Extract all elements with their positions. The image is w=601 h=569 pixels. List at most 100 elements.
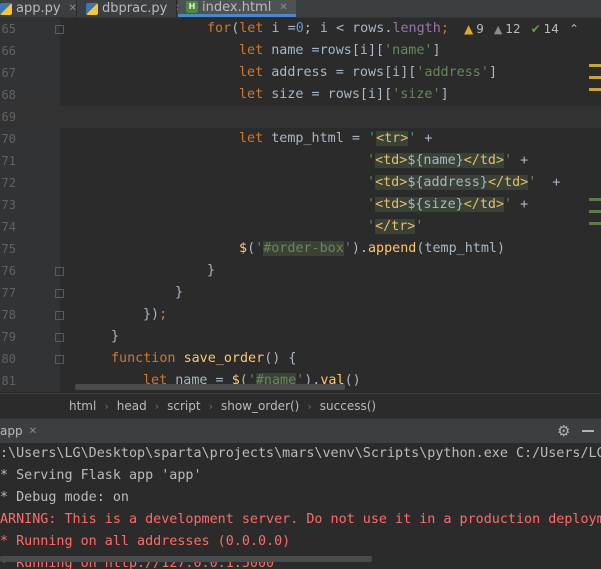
- line-number: 72: [1, 176, 16, 190]
- code-text: for(let i =0; i < rows.length;: [207, 21, 449, 36]
- chevron-right-icon: ›: [307, 399, 312, 413]
- line-number: 79: [1, 330, 16, 344]
- code-text: '<td>${size}</td>' +: [367, 197, 529, 212]
- run-console[interactable]: :\Users\LG\Desktop\sparta\projects\mars\…: [0, 443, 601, 569]
- chevron-right-icon: ›: [154, 399, 160, 413]
- breadcrumb-item[interactable]: success(): [320, 399, 376, 413]
- tab-app-py[interactable]: app.py ✕: [0, 0, 77, 17]
- code-line: 80 function save_order() {: [0, 348, 601, 370]
- breadcrumb: html › head › script › show_order() › su…: [0, 393, 601, 418]
- code-text: $('#order-box').append(temp_html): [239, 241, 506, 256]
- line-number: 80: [1, 352, 16, 366]
- chevron-right-icon: ›: [208, 399, 213, 413]
- code-line: 73 '<td>${size}</td>' +: [0, 194, 601, 216]
- breadcrumb-item[interactable]: html: [69, 399, 96, 413]
- line-number: 78: [1, 308, 16, 322]
- breadcrumb-item[interactable]: head: [117, 399, 147, 413]
- error-stripe-marker[interactable]: [589, 210, 601, 213]
- line-number: 68: [1, 88, 16, 102]
- line-number: 76: [1, 264, 16, 278]
- code-text: }: [111, 329, 120, 344]
- code-text: '<td>${name}</td>' +: [367, 153, 529, 168]
- code-line: 71 '<td>${name}</td>' +: [0, 150, 601, 172]
- code-text: let temp_html = '<tr>' +: [239, 131, 433, 146]
- console-line: * Serving Flask app 'app': [0, 468, 202, 483]
- code-line: 76 }: [0, 260, 601, 282]
- error-stripe-marker[interactable]: [589, 88, 601, 91]
- code-text: '<td>${address}</td>' +: [367, 175, 561, 190]
- code-line: 74 '</tr>': [0, 216, 601, 238]
- inspection-widget[interactable]: ▲ 9 ▲ 12 ✔ 14 ⌃: [464, 18, 579, 40]
- typos-count[interactable]: ✔ 14: [531, 22, 559, 36]
- fold-marker-icon[interactable]: [55, 289, 64, 298]
- close-icon[interactable]: ✕: [279, 2, 287, 13]
- code-line: 77 }: [0, 282, 601, 304]
- line-number: 70: [1, 132, 16, 146]
- fold-marker-icon[interactable]: [55, 311, 64, 320]
- check-icon: ✔: [530, 22, 541, 36]
- python-file-icon: [86, 2, 98, 15]
- code-line: 75 $('#order-box').append(temp_html): [0, 238, 601, 260]
- weak-warning-icon: ▲: [493, 22, 503, 36]
- code-text: let size = rows[i]['size']: [239, 87, 449, 102]
- code-line: 72 '<td>${address}</td>' +: [0, 172, 601, 194]
- horizontal-scrollbar[interactable]: [75, 384, 345, 390]
- current-code-line: 69: [0, 106, 601, 128]
- line-number: 67: [1, 66, 16, 80]
- code-line: 78 });: [0, 304, 601, 326]
- horizontal-scrollbar[interactable]: [0, 556, 372, 562]
- code-text: }: [175, 285, 184, 300]
- error-stripe-marker[interactable]: [589, 64, 601, 67]
- code-text: });: [143, 307, 168, 322]
- code-text: let address = rows[i]['address']: [239, 65, 497, 80]
- tab-index-html[interactable]: H index.html ✕: [178, 0, 296, 17]
- code-editor[interactable]: 65 for(let i =0; i < rows.length; 66 let…: [0, 18, 601, 392]
- chevron-right-icon: ›: [104, 399, 109, 413]
- fold-marker-icon[interactable]: [55, 267, 64, 276]
- hide-panel-icon[interactable]: [582, 430, 594, 432]
- breadcrumb-item[interactable]: show_order(): [221, 399, 299, 413]
- python-file-icon: [0, 2, 12, 15]
- code-text: function save_order() {: [111, 351, 297, 366]
- fold-marker-icon[interactable]: [55, 25, 64, 34]
- tab-label: index.html: [202, 0, 272, 15]
- code-text: '</tr>': [367, 219, 424, 234]
- warning-icon: ▲: [463, 22, 474, 36]
- line-number: 69: [1, 110, 16, 124]
- run-tool-window-header: app ✕ ⚙: [0, 418, 601, 444]
- breadcrumb-item[interactable]: script: [167, 399, 200, 413]
- line-number: 77: [1, 286, 16, 300]
- tab-label: app.py: [16, 1, 61, 16]
- gear-icon[interactable]: ⚙: [557, 422, 570, 440]
- error-stripe-marker[interactable]: [589, 76, 601, 79]
- code-line: 79 }: [0, 326, 601, 348]
- line-number: 74: [1, 220, 16, 234]
- chevron-up-icon[interactable]: ⌃: [569, 22, 579, 36]
- code-text: }: [207, 263, 216, 278]
- line-number: 65: [1, 22, 16, 36]
- run-tab-label: app: [0, 424, 23, 438]
- code-line: 68 let size = rows[i]['size']: [0, 84, 601, 106]
- code-line: 70 let temp_html = '<tr>' +: [0, 128, 601, 150]
- weak-warnings-count[interactable]: ▲ 12: [494, 22, 521, 36]
- close-icon[interactable]: ✕: [29, 426, 37, 437]
- code-text: let name =rows[i]['name']: [239, 43, 441, 58]
- error-stripe-marker[interactable]: [589, 222, 601, 225]
- warnings-count[interactable]: ▲ 9: [464, 22, 484, 36]
- editor-tab-bar: app.py ✕ dbprac.py ✕ H index.html ✕: [0, 0, 601, 18]
- fold-marker-icon[interactable]: [55, 333, 64, 342]
- console-line: * Debug mode: on: [0, 490, 129, 505]
- line-number: 81: [1, 374, 16, 388]
- code-line: 66 let name =rows[i]['name']: [0, 40, 601, 62]
- tab-label: dbprac.py: [102, 1, 168, 16]
- line-number: 73: [1, 198, 16, 212]
- error-stripe-marker[interactable]: [589, 198, 601, 201]
- tab-dbprac-py[interactable]: dbprac.py ✕: [86, 0, 184, 17]
- line-number: 66: [1, 44, 16, 58]
- run-tab-app[interactable]: app ✕: [0, 419, 37, 443]
- console-line: * Running on all addresses (0.0.0.0): [0, 534, 291, 549]
- code-line: 67 let address = rows[i]['address']: [0, 62, 601, 84]
- html-file-icon: H: [186, 1, 198, 13]
- line-number: 71: [1, 154, 16, 168]
- fold-marker-icon[interactable]: [55, 355, 64, 364]
